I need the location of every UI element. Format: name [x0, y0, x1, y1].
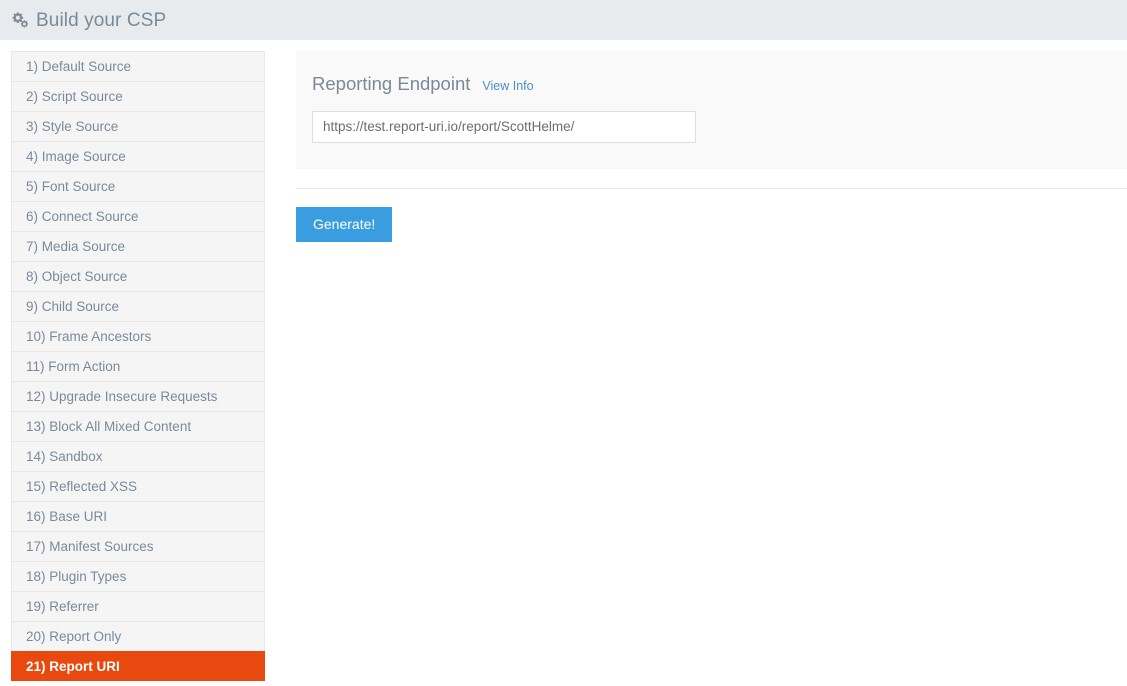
sidebar-item-plugin-types[interactable]: 18) Plugin Types	[11, 561, 265, 591]
sidebar-item-label: 2) Script Source	[26, 89, 123, 104]
sidebar-item-label: 13) Block All Mixed Content	[26, 419, 191, 434]
sidebar-item-object-source[interactable]: 8) Object Source	[11, 261, 265, 291]
sidebar-item-referrer[interactable]: 19) Referrer	[11, 591, 265, 621]
sidebar-item-script-source[interactable]: 2) Script Source	[11, 81, 265, 111]
sidebar-item-label: 3) Style Source	[26, 119, 118, 134]
view-info-link[interactable]: View Info	[482, 80, 533, 93]
sidebar-item-label: 7) Media Source	[26, 239, 125, 254]
sidebar-item-form-action[interactable]: 11) Form Action	[11, 351, 265, 381]
sidebar-item-label: 5) Font Source	[26, 179, 115, 194]
sidebar-item-label: 4) Image Source	[26, 149, 126, 164]
csp-directive-nav: 1) Default Source 2) Script Source 3) St…	[11, 51, 265, 681]
sidebar-item-reflected-xss[interactable]: 15) Reflected XSS	[11, 471, 265, 501]
content-divider	[296, 188, 1127, 189]
generate-button[interactable]: Generate!	[296, 207, 392, 242]
sidebar-item-block-all-mixed-content[interactable]: 13) Block All Mixed Content	[11, 411, 265, 441]
sidebar-item-label: 6) Connect Source	[26, 209, 139, 224]
sidebar-item-label: 12) Upgrade Insecure Requests	[26, 389, 217, 404]
page-title: Build your CSP	[36, 11, 166, 30]
sidebar-item-label: 20) Report Only	[26, 629, 121, 644]
sidebar-item-base-uri[interactable]: 16) Base URI	[11, 501, 265, 531]
sidebar-item-label: 18) Plugin Types	[26, 569, 126, 584]
sidebar-item-label: 15) Reflected XSS	[26, 479, 137, 494]
sidebar-item-upgrade-insecure-requests[interactable]: 12) Upgrade Insecure Requests	[11, 381, 265, 411]
page-body: 1) Default Source 2) Script Source 3) St…	[0, 40, 1127, 681]
sidebar-item-label: 16) Base URI	[26, 509, 107, 524]
sidebar-item-image-source[interactable]: 4) Image Source	[11, 141, 265, 171]
sidebar-item-media-source[interactable]: 7) Media Source	[11, 231, 265, 261]
sidebar-item-connect-source[interactable]: 6) Connect Source	[11, 201, 265, 231]
sidebar-item-label: 10) Frame Ancestors	[26, 329, 151, 344]
sidebar-item-style-source[interactable]: 3) Style Source	[11, 111, 265, 141]
sidebar-item-label: 14) Sandbox	[26, 449, 103, 464]
sidebar-item-label: 19) Referrer	[26, 599, 99, 614]
sidebar-item-label: 17) Manifest Sources	[26, 539, 154, 554]
sidebar-item-label: 8) Object Source	[26, 269, 127, 284]
reporting-endpoint-input[interactable]	[312, 111, 696, 143]
sidebar-item-frame-ancestors[interactable]: 10) Frame Ancestors	[11, 321, 265, 351]
sidebar-item-sandbox[interactable]: 14) Sandbox	[11, 441, 265, 471]
main-content: Reporting Endpoint View Info Generate!	[296, 51, 1127, 242]
sidebar-item-report-only[interactable]: 20) Report Only	[11, 621, 265, 651]
sidebar-item-report-uri[interactable]: 21) Report URI	[11, 651, 265, 681]
sidebar-item-label: 11) Form Action	[26, 359, 120, 374]
app-header: Build your CSP	[0, 0, 1127, 40]
sidebar-item-label: 9) Child Source	[26, 299, 119, 314]
sidebar-item-default-source[interactable]: 1) Default Source	[11, 51, 265, 81]
sidebar-item-label: 1) Default Source	[26, 59, 131, 74]
sidebar-item-child-source[interactable]: 9) Child Source	[11, 291, 265, 321]
panel-heading-row: Reporting Endpoint View Info	[312, 75, 1111, 94]
cogs-icon	[11, 11, 29, 29]
sidebar-item-manifest-sources[interactable]: 17) Manifest Sources	[11, 531, 265, 561]
sidebar-item-font-source[interactable]: 5) Font Source	[11, 171, 265, 201]
sidebar-item-label: 21) Report URI	[26, 659, 120, 674]
reporting-endpoint-panel: Reporting Endpoint View Info	[296, 51, 1127, 169]
panel-heading: Reporting Endpoint	[312, 75, 470, 94]
